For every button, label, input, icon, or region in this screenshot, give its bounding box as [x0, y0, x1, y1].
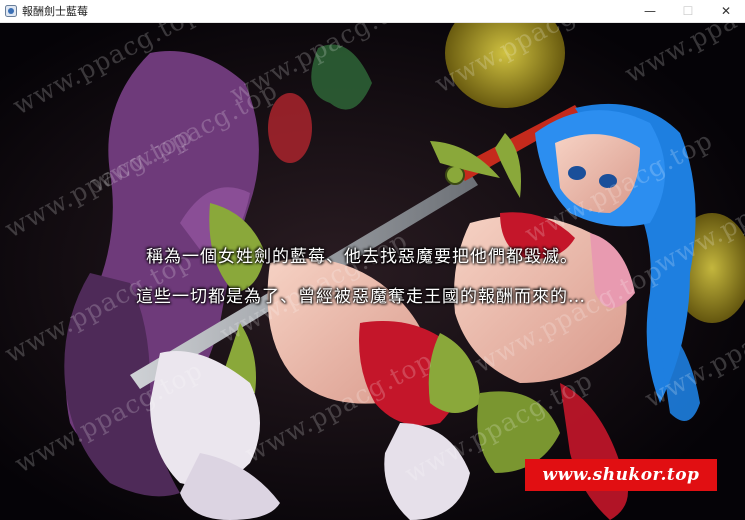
game-window: 報酬劍士藍莓 — ☐ ✕ www.ppacg.top www.ppacg.top… [0, 0, 745, 520]
dialogue-line-1: 稱為一個女姓劍的藍莓、他去找惡魔要把他們都毀滅。 [146, 247, 578, 267]
shukor-banner-text: www.shukor.top [542, 465, 700, 485]
title-bar[interactable]: 報酬劍士藍莓 — ☐ ✕ [0, 0, 745, 23]
window-controls: — ☐ ✕ [631, 0, 745, 22]
dialogue-line-2: 這些一切都是為了、曾經被惡魔奪走王國的報酬而來的… [136, 287, 586, 307]
window-title: 報酬劍士藍莓 [22, 5, 88, 18]
game-screen[interactable]: www.ppacg.top www.ppacg.top www.ppacg.to… [0, 23, 745, 520]
close-icon[interactable]: ✕ [707, 0, 745, 22]
maximize-icon[interactable]: ☐ [669, 0, 707, 22]
dialogue-text[interactable]: 稱為一個女姓劍的藍莓、他去找惡魔要把他們都毀滅。 這些一切都是為了、曾經被惡魔奪… [0, 23, 745, 520]
shukor-watermark-banner: www.shukor.top [525, 459, 717, 491]
minimize-icon[interactable]: — [631, 0, 669, 22]
app-icon [5, 5, 17, 17]
